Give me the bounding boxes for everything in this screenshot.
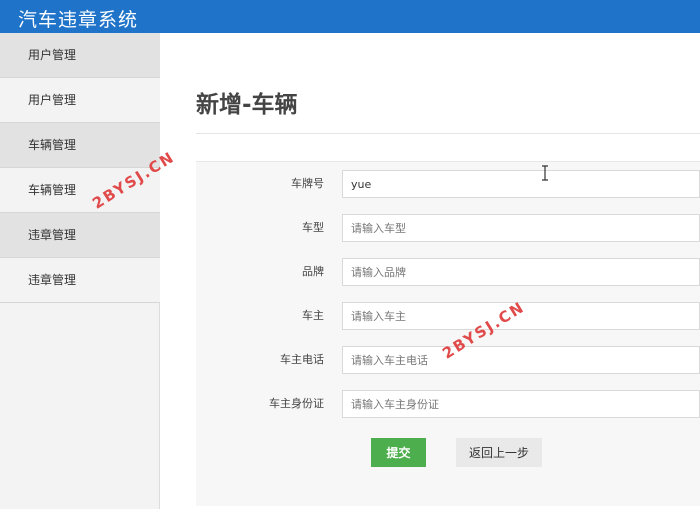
app-header: 汽车违章系统 (0, 0, 700, 33)
form-row-model: 车型 (196, 206, 700, 250)
owner-id-input[interactable] (342, 390, 700, 418)
owner-label: 车主 (302, 309, 324, 322)
page-title: 新增-车辆 (196, 92, 298, 118)
form-row-owner-id: 车主身份证 (196, 382, 700, 426)
sidebar-group-vehicles[interactable]: 车辆管理 (0, 123, 160, 168)
text-cursor-icon (542, 165, 548, 181)
title-divider (196, 133, 700, 134)
brand-label: 品牌 (302, 265, 324, 278)
owner-phone-label: 车主电话 (280, 353, 324, 366)
owner-id-label: 车主身份证 (269, 397, 324, 410)
submit-button[interactable]: 提交 (371, 438, 426, 467)
plate-label: 车牌号 (291, 177, 324, 190)
model-input[interactable] (342, 214, 700, 242)
main-content: 新增-车辆 车牌号 车型 品牌 车主 车主电话 车主身份证 提交 返回上一步 (160, 33, 700, 509)
form-row-plate: 车牌号 (196, 162, 700, 206)
plate-input[interactable] (342, 170, 700, 198)
form-row-brand: 品牌 (196, 250, 700, 294)
vehicle-form: 车牌号 车型 品牌 车主 车主电话 车主身份证 提交 返回上一步 (196, 161, 700, 506)
sidebar-group-users[interactable]: 用户管理 (0, 33, 160, 78)
form-row-owner: 车主 (196, 294, 700, 338)
back-button[interactable]: 返回上一步 (456, 438, 542, 467)
model-label: 车型 (302, 221, 324, 234)
app-title: 汽车违章系统 (18, 9, 139, 31)
brand-input[interactable] (342, 258, 700, 286)
sidebar-item-violations[interactable]: 违章管理 (0, 258, 160, 303)
owner-phone-input[interactable] (342, 346, 700, 374)
sidebar-item-users[interactable]: 用户管理 (0, 78, 160, 123)
sidebar-group-violations[interactable]: 违章管理 (0, 213, 160, 258)
sidebar: 用户管理 用户管理 车辆管理 车辆管理 违章管理 违章管理 (0, 33, 160, 509)
